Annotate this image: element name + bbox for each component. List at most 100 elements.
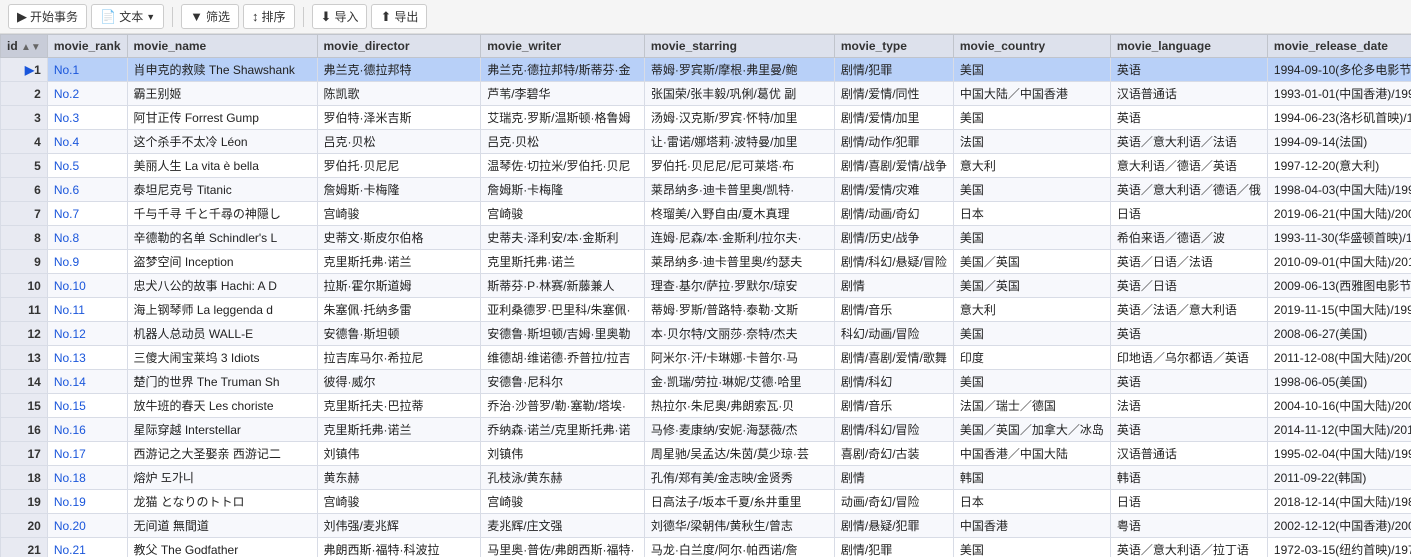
table-row[interactable]: 13 No.13 三傻大闹宝莱坞 3 Idiots 拉吉库马尔·希拉尼 维德胡·…: [1, 346, 1411, 370]
cell-starring: 莱昂纳多·迪卡普里奥/约瑟夫: [644, 250, 834, 274]
cell-name: 阿甘正传 Forrest Gump: [127, 106, 317, 130]
col-header-starring[interactable]: movie_starring: [644, 35, 834, 58]
table-row[interactable]: 15 No.15 放牛班的春天 Les choriste 克里斯托夫·巴拉蒂 乔…: [1, 394, 1411, 418]
cell-rank: No.8: [47, 226, 127, 250]
cell-language: 汉语普通话: [1110, 82, 1267, 106]
cell-name: 西游记之大圣娶亲 西游记二: [127, 442, 317, 466]
table-body: ▶1 No.1 肖申克的救赎 The Shawshank 弗兰克·德拉邦特 弗兰…: [1, 58, 1411, 558]
table-row[interactable]: 3 No.3 阿甘正传 Forrest Gump 罗伯特·泽米吉斯 艾瑞克·罗斯…: [1, 106, 1411, 130]
col-header-country[interactable]: movie_country: [953, 35, 1110, 58]
cell-type: 剧情/爱情/灾难: [834, 178, 953, 202]
col-header-type[interactable]: movie_type: [834, 35, 953, 58]
table-row[interactable]: 14 No.14 楚门的世界 The Truman Sh 彼得·威尔 安德鲁·尼…: [1, 370, 1411, 394]
text-label: 文本: [119, 8, 143, 25]
cell-rank: No.6: [47, 178, 127, 202]
cell-date: 1994-06-23(洛杉矶首映)/11: [1267, 106, 1411, 130]
col-header-id[interactable]: id ▲▼: [1, 35, 48, 58]
cell-language: 英语: [1110, 106, 1267, 130]
cell-country: 日本: [953, 490, 1110, 514]
cell-country: 美国: [953, 226, 1110, 250]
table-row[interactable]: 9 No.9 盗梦空间 Inception 克里斯托弗·诺兰 克里斯托弗·诺兰 …: [1, 250, 1411, 274]
table-row[interactable]: 16 No.16 星际穿越 Interstellar 克里斯托弗·诺兰 乔纳森·…: [1, 418, 1411, 442]
table-row[interactable]: 20 No.20 无间道 無間道 刘伟强/麦兆辉 麦兆辉/庄文强 刘德华/梁朝伟…: [1, 514, 1411, 538]
table-row[interactable]: 7 No.7 千与千寻 千と千尋の神隠し 宫崎骏 宫崎骏 柊瑠美/入野自由/夏木…: [1, 202, 1411, 226]
cell-starring: 刘德华/梁朝伟/黄秋生/曾志: [644, 514, 834, 538]
col-header-date[interactable]: movie_release_date: [1267, 35, 1411, 58]
cell-director: 拉吉库马尔·希拉尼: [317, 346, 481, 370]
cell-id: 4: [1, 130, 48, 154]
col-header-language[interactable]: movie_language: [1110, 35, 1267, 58]
toolbar: ▶ 开始事务 📄 文本 ▼ ▼ 筛选 ↕ 排序 ⬇ 导入 ⬆ 导出: [0, 0, 1411, 34]
cell-country: 韩国: [953, 466, 1110, 490]
cell-name: 楚门的世界 The Truman Sh: [127, 370, 317, 394]
table-container[interactable]: id ▲▼ movie_rank movie_name movie_direct…: [0, 34, 1411, 557]
table-row[interactable]: 6 No.6 泰坦尼克号 Titanic 詹姆斯·卡梅隆 詹姆斯·卡梅隆 莱昂纳…: [1, 178, 1411, 202]
table-row[interactable]: 4 No.4 这个杀手不太冷 Léon 吕克·贝松 吕克·贝松 让·雷诺/娜塔莉…: [1, 130, 1411, 154]
cell-id: 13: [1, 346, 48, 370]
table-row[interactable]: 5 No.5 美丽人生 La vita è bella 罗伯托·贝尼尼 温琴佐·…: [1, 154, 1411, 178]
cell-id: 9: [1, 250, 48, 274]
cell-country: 美国: [953, 322, 1110, 346]
cell-starring: 柊瑠美/入野自由/夏木真理: [644, 202, 834, 226]
sort-button[interactable]: ↕ 排序: [243, 4, 295, 29]
cell-writer: 维德胡·维诺德·乔普拉/拉吉: [481, 346, 645, 370]
cell-director: 克里斯托弗·诺兰: [317, 418, 481, 442]
cell-writer: 孔枝泳/黄东赫: [481, 466, 645, 490]
cell-rank: No.17: [47, 442, 127, 466]
col-header-rank[interactable]: movie_rank: [47, 35, 127, 58]
cell-director: 吕克·贝松: [317, 130, 481, 154]
col-header-writer[interactable]: movie_writer: [481, 35, 645, 58]
table-row[interactable]: 19 No.19 龙猫 となりのトトロ 宫崎骏 宫崎骏 日高法子/坂本千夏/糸井…: [1, 490, 1411, 514]
export-button[interactable]: ⬆ 导出: [371, 4, 427, 29]
cell-director: 克里斯托弗·诺兰: [317, 250, 481, 274]
cell-id: 17: [1, 442, 48, 466]
cell-date: 1995-02-04(中国大陆)/199: [1267, 442, 1411, 466]
filter-label: 筛选: [206, 8, 230, 25]
table-row[interactable]: 10 No.10 忠犬八公的故事 Hachi: A D 拉斯·霍尔斯道姆 斯蒂芬…: [1, 274, 1411, 298]
cell-director: 黄东赫: [317, 466, 481, 490]
cell-director: 詹姆斯·卡梅隆: [317, 178, 481, 202]
export-label: 导出: [394, 8, 418, 25]
col-header-name[interactable]: movie_name: [127, 35, 317, 58]
cell-director: 陈凯歌: [317, 82, 481, 106]
table-row[interactable]: 17 No.17 西游记之大圣娶亲 西游记二 刘镇伟 刘镇伟 周星驰/吴孟达/朱…: [1, 442, 1411, 466]
sort-label: 排序: [262, 8, 286, 25]
cell-date: 2014-11-12(中国大陆)/201: [1267, 418, 1411, 442]
cell-director: 彼得·威尔: [317, 370, 481, 394]
cell-director: 安德鲁·斯坦顿: [317, 322, 481, 346]
cell-date: 1998-06-05(美国): [1267, 370, 1411, 394]
cell-name: 海上钢琴师 La leggenda d: [127, 298, 317, 322]
table-row[interactable]: 12 No.12 机器人总动员 WALL-E 安德鲁·斯坦顿 安德鲁·斯坦顿/吉…: [1, 322, 1411, 346]
cell-starring: 马修·麦康纳/安妮·海瑟薇/杰: [644, 418, 834, 442]
cell-name: 辛德勒的名单 Schindler's L: [127, 226, 317, 250]
table-row[interactable]: 2 No.2 霸王别姬 陈凯歌 芦苇/李碧华 张国荣/张丰毅/巩俐/葛优 副 剧…: [1, 82, 1411, 106]
cell-language: 英语／意大利语／德语／俄: [1110, 178, 1267, 202]
cell-rank: No.13: [47, 346, 127, 370]
table-row[interactable]: 18 No.18 熔炉 도가니 黄东赫 孔枝泳/黄东赫 孔侑/郑有美/金志映/金…: [1, 466, 1411, 490]
col-header-director[interactable]: movie_director: [317, 35, 481, 58]
cell-language: 日语: [1110, 490, 1267, 514]
import-button[interactable]: ⬇ 导入: [312, 4, 368, 29]
table-row[interactable]: 8 No.8 辛德勒的名单 Schindler's L 史蒂文·斯皮尔伯格 史蒂…: [1, 226, 1411, 250]
table-row[interactable]: 11 No.11 海上钢琴师 La leggenda d 朱塞佩·托纳多雷 亚利…: [1, 298, 1411, 322]
start-task-label: 开始事务: [30, 8, 78, 25]
cell-country: 美国: [953, 538, 1110, 558]
cell-language: 英语／日语／法语: [1110, 250, 1267, 274]
cell-date: 1997-12-20(意大利): [1267, 154, 1411, 178]
text-button[interactable]: 📄 文本 ▼: [91, 4, 164, 29]
table-row[interactable]: ▶1 No.1 肖申克的救赎 The Shawshank 弗兰克·德拉邦特 弗兰…: [1, 58, 1411, 82]
start-task-button[interactable]: ▶ 开始事务: [8, 4, 87, 29]
table-row[interactable]: 21 No.21 教父 The Godfather 弗朗西斯·福特·科波拉 马里…: [1, 538, 1411, 558]
cell-name: 千与千寻 千と千尋の神隠し: [127, 202, 317, 226]
cell-id: 12: [1, 322, 48, 346]
cell-id: 7: [1, 202, 48, 226]
cell-starring: 马龙·白兰度/阿尔·帕西诺/詹: [644, 538, 834, 558]
cell-writer: 吕克·贝松: [481, 130, 645, 154]
import-label: 导入: [334, 8, 358, 25]
cell-rank: No.18: [47, 466, 127, 490]
cell-id: 16: [1, 418, 48, 442]
cell-director: 罗伯托·贝尼尼: [317, 154, 481, 178]
filter-button[interactable]: ▼ 筛选: [181, 4, 239, 29]
cell-rank: No.5: [47, 154, 127, 178]
cell-starring: 连姆·尼森/本·金斯利/拉尔夫·: [644, 226, 834, 250]
